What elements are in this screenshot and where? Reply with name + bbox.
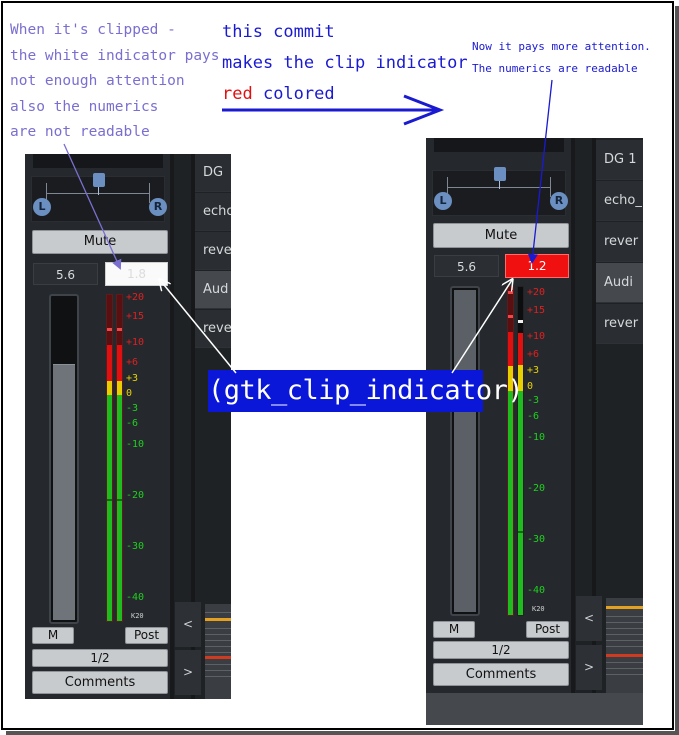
label-arrow-left	[160, 280, 237, 374]
label-arrow-right	[451, 280, 512, 374]
commit-arrow	[222, 94, 445, 126]
annotation-arrows	[63, 79, 553, 374]
left-note-arrow	[63, 143, 122, 270]
right-note-arrow	[527, 79, 553, 264]
